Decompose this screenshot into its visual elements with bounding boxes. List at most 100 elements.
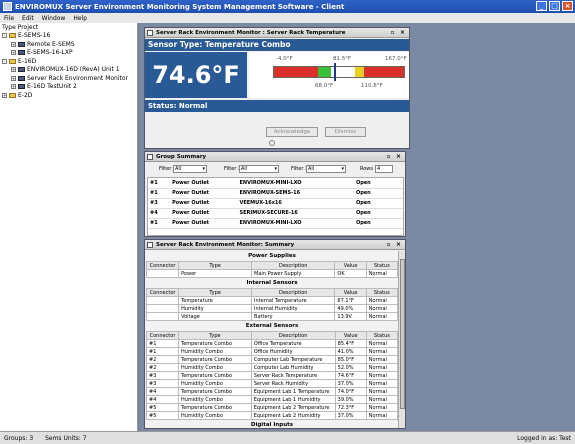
restore-icon[interactable]: ▫ [389, 29, 396, 36]
table-row[interactable]: #3 Temperature Combo Server Rack Temperatu… [146, 371, 399, 380]
column-header[interactable]: Type [178, 261, 253, 270]
expand-icon[interactable]: + [2, 92, 7, 98]
table-cell: 74.6°F [334, 371, 367, 380]
table-cell: Normal [365, 363, 399, 372]
column-header[interactable]: Status [365, 288, 399, 297]
group-row[interactable]: #4 Power Outlet SERIMUX-SECURE-16 Open [148, 208, 403, 218]
column-header[interactable]: Connector [146, 331, 179, 340]
collapse-icon[interactable]: - [2, 33, 7, 38]
maximize-button[interactable]: □ [549, 1, 560, 11]
table-row[interactable]: #1 Humidity Combo Office Humidity 41.0% Norm… [146, 347, 399, 356]
column-header[interactable]: Description [251, 261, 336, 270]
group-table-area: #1 Power Outlet ENVIROMUX-MINI-LXO Open #1 Po… [147, 177, 404, 236]
column-header[interactable]: Description [250, 331, 336, 340]
tree-node[interactable]: + Remote E-SEMS [11, 41, 75, 48]
group-cell: ENVIROMUX-MINI-LXO [239, 179, 302, 186]
summary-scrollbar[interactable] [398, 251, 405, 428]
table-cell: #5 [146, 403, 179, 412]
table-cell: 37.0% [334, 411, 367, 420]
groups-count: Groups: 3 [4, 434, 34, 442]
filter2-select[interactable]: All ▾ [239, 165, 279, 173]
tree-node[interactable]: - E-SEMS-16 [2, 32, 50, 39]
gauge-panel: -4.0°F 81.5°F 167.0°F 68.0°F 110.8°F [249, 52, 409, 98]
group-cell: ENVIROMUX-SEMS-16 [239, 190, 301, 196]
table-cell: Normal [365, 371, 399, 380]
table-row[interactable]: Temperature Internal Temperature 87.1°F Nor… [145, 296, 399, 305]
group-cell: Open [355, 179, 371, 186]
filter-bar: Filter 1 All ▾ Filter 2 All ▾ Filter 3 All… [145, 164, 405, 175]
menu-edit[interactable]: Edit [22, 15, 34, 22]
column-header[interactable]: Connector [145, 261, 180, 270]
table-row[interactable]: #3 Humidity Combo Server Rack Humidity 37.0… [146, 379, 399, 388]
dismiss-button[interactable]: Dismiss [325, 127, 366, 137]
menu-window[interactable]: Window [42, 15, 66, 22]
tree-node-label: E-2D [18, 91, 33, 99]
desktop-area: Server Rack Environment Monitor : Server… [139, 23, 575, 431]
column-header[interactable]: Type [178, 288, 253, 297]
expand-icon[interactable]: + [11, 75, 16, 81]
column-header[interactable]: Value [334, 261, 367, 270]
restore-icon[interactable]: ▫ [385, 153, 392, 160]
expand-icon[interactable]: + [11, 41, 16, 47]
column-header[interactable]: Status [365, 261, 399, 270]
column-header[interactable]: Value [334, 331, 367, 340]
close-button[interactable]: × [562, 1, 573, 11]
tree-node[interactable]: + ENVIROMUX-16D (RevA) Unit 1 [11, 66, 120, 73]
column-header[interactable]: Value [334, 288, 367, 297]
filter1-select[interactable]: All ▾ [173, 165, 207, 173]
group-row[interactable]: #1 Power Outlet ENVIROMUX-MINI-LXO Open [148, 218, 403, 228]
rows-spinner[interactable]: 4 [375, 165, 393, 173]
table-cell [145, 269, 180, 278]
close-icon[interactable]: × [395, 241, 402, 248]
sensor-window-titlebar[interactable]: Server Rack Environment Monitor : Server… [145, 28, 409, 38]
table-row[interactable]: Voltage Battery 13.9V Normal [145, 312, 399, 321]
collapse-icon[interactable]: - [2, 58, 7, 64]
column-header[interactable]: Status [365, 331, 399, 340]
sensor-value: 74.6°F [152, 61, 240, 89]
table-row[interactable]: Humidity Internal Humidity 49.0% Normal [145, 304, 399, 313]
close-icon[interactable]: × [395, 153, 402, 160]
restore-icon[interactable]: ▫ [385, 241, 392, 248]
table-row[interactable]: #5 Humidity Combo Equipment Lab 2 Humidity… [146, 411, 399, 420]
expand-icon[interactable]: + [11, 67, 16, 72]
menu-help[interactable]: Help [73, 15, 87, 22]
rows-label: Rows [360, 166, 374, 172]
sems-units-count: Sems Units: 7 [45, 434, 87, 442]
group-window-titlebar[interactable]: Group Summary ▫ × [145, 152, 405, 162]
sensor-type-band: Sensor Type: Temperature Combo [145, 39, 409, 51]
tree-node[interactable]: + E-16D TestUnit 2 [11, 83, 77, 90]
table-cell: Normal [365, 387, 399, 396]
status-bar: Groups: 3 Sems Units: 7 Logged in as: Te… [0, 431, 575, 444]
table-cell: Server Rack Temperature [250, 371, 336, 380]
close-icon[interactable]: × [399, 29, 406, 36]
expand-icon[interactable]: + [11, 50, 16, 55]
column-header[interactable]: Description [251, 288, 336, 297]
table-row[interactable]: #4 Temperature Combo Equipment Lab 1 Tempe… [146, 387, 399, 396]
tree-node[interactable]: + Server Rack Environment Monitor [11, 75, 128, 82]
filter3-select[interactable]: All ▾ [306, 165, 346, 173]
table-row[interactable]: #2 Humidity Combo Computer Lab Humidity 52.… [146, 363, 399, 372]
scrollbar-thumb[interactable] [400, 259, 405, 409]
acknowledge-button[interactable]: Acknowledge [266, 127, 318, 137]
menu-file[interactable]: File [4, 15, 14, 22]
table-row[interactable]: #1 Temperature Combo Office Temperature 85.… [146, 339, 399, 348]
table-row[interactable]: #4 Humidity Combo Equipment Lab 1 Humidity… [146, 395, 399, 404]
table-cell: Equipment Lab 2 Humidity [250, 411, 336, 420]
summary-window-titlebar[interactable]: Server Rack Environment Monitor: Summary… [145, 240, 405, 250]
table-cell: Temperature Combo [177, 355, 252, 364]
group-row[interactable]: #1 Power Outlet ENVIROMUX-MINI-LXO Open [148, 178, 403, 188]
group-row[interactable]: #1 Power Outlet ENVIROMUX-SEMS-16 Open [148, 188, 403, 198]
table-row[interactable]: #2 Temperature Combo Computer Lab Temperat… [146, 355, 399, 364]
column-header[interactable]: Connector [145, 288, 180, 297]
tree-node[interactable]: + E-SEMS-16-LXP [11, 49, 73, 56]
tree-node[interactable]: + E-2D [2, 92, 32, 99]
table-row[interactable]: Power Main Power Supply OK Normal [145, 269, 399, 278]
chevron-down-icon: ▾ [274, 166, 277, 172]
tree-node[interactable]: - E-16D [2, 58, 36, 65]
group-row[interactable]: #3 Power Outlet VEEMUX-16x16 Open [148, 198, 403, 208]
column-header[interactable]: Type [177, 331, 252, 340]
tree-node-label: E-16D TestUnit 2 [27, 83, 77, 90]
table-row[interactable]: #5 Temperature Combo Equipment Lab 2 Tempe… [146, 403, 399, 412]
minimize-button[interactable]: _ [536, 1, 547, 11]
expand-icon[interactable]: + [11, 84, 16, 89]
